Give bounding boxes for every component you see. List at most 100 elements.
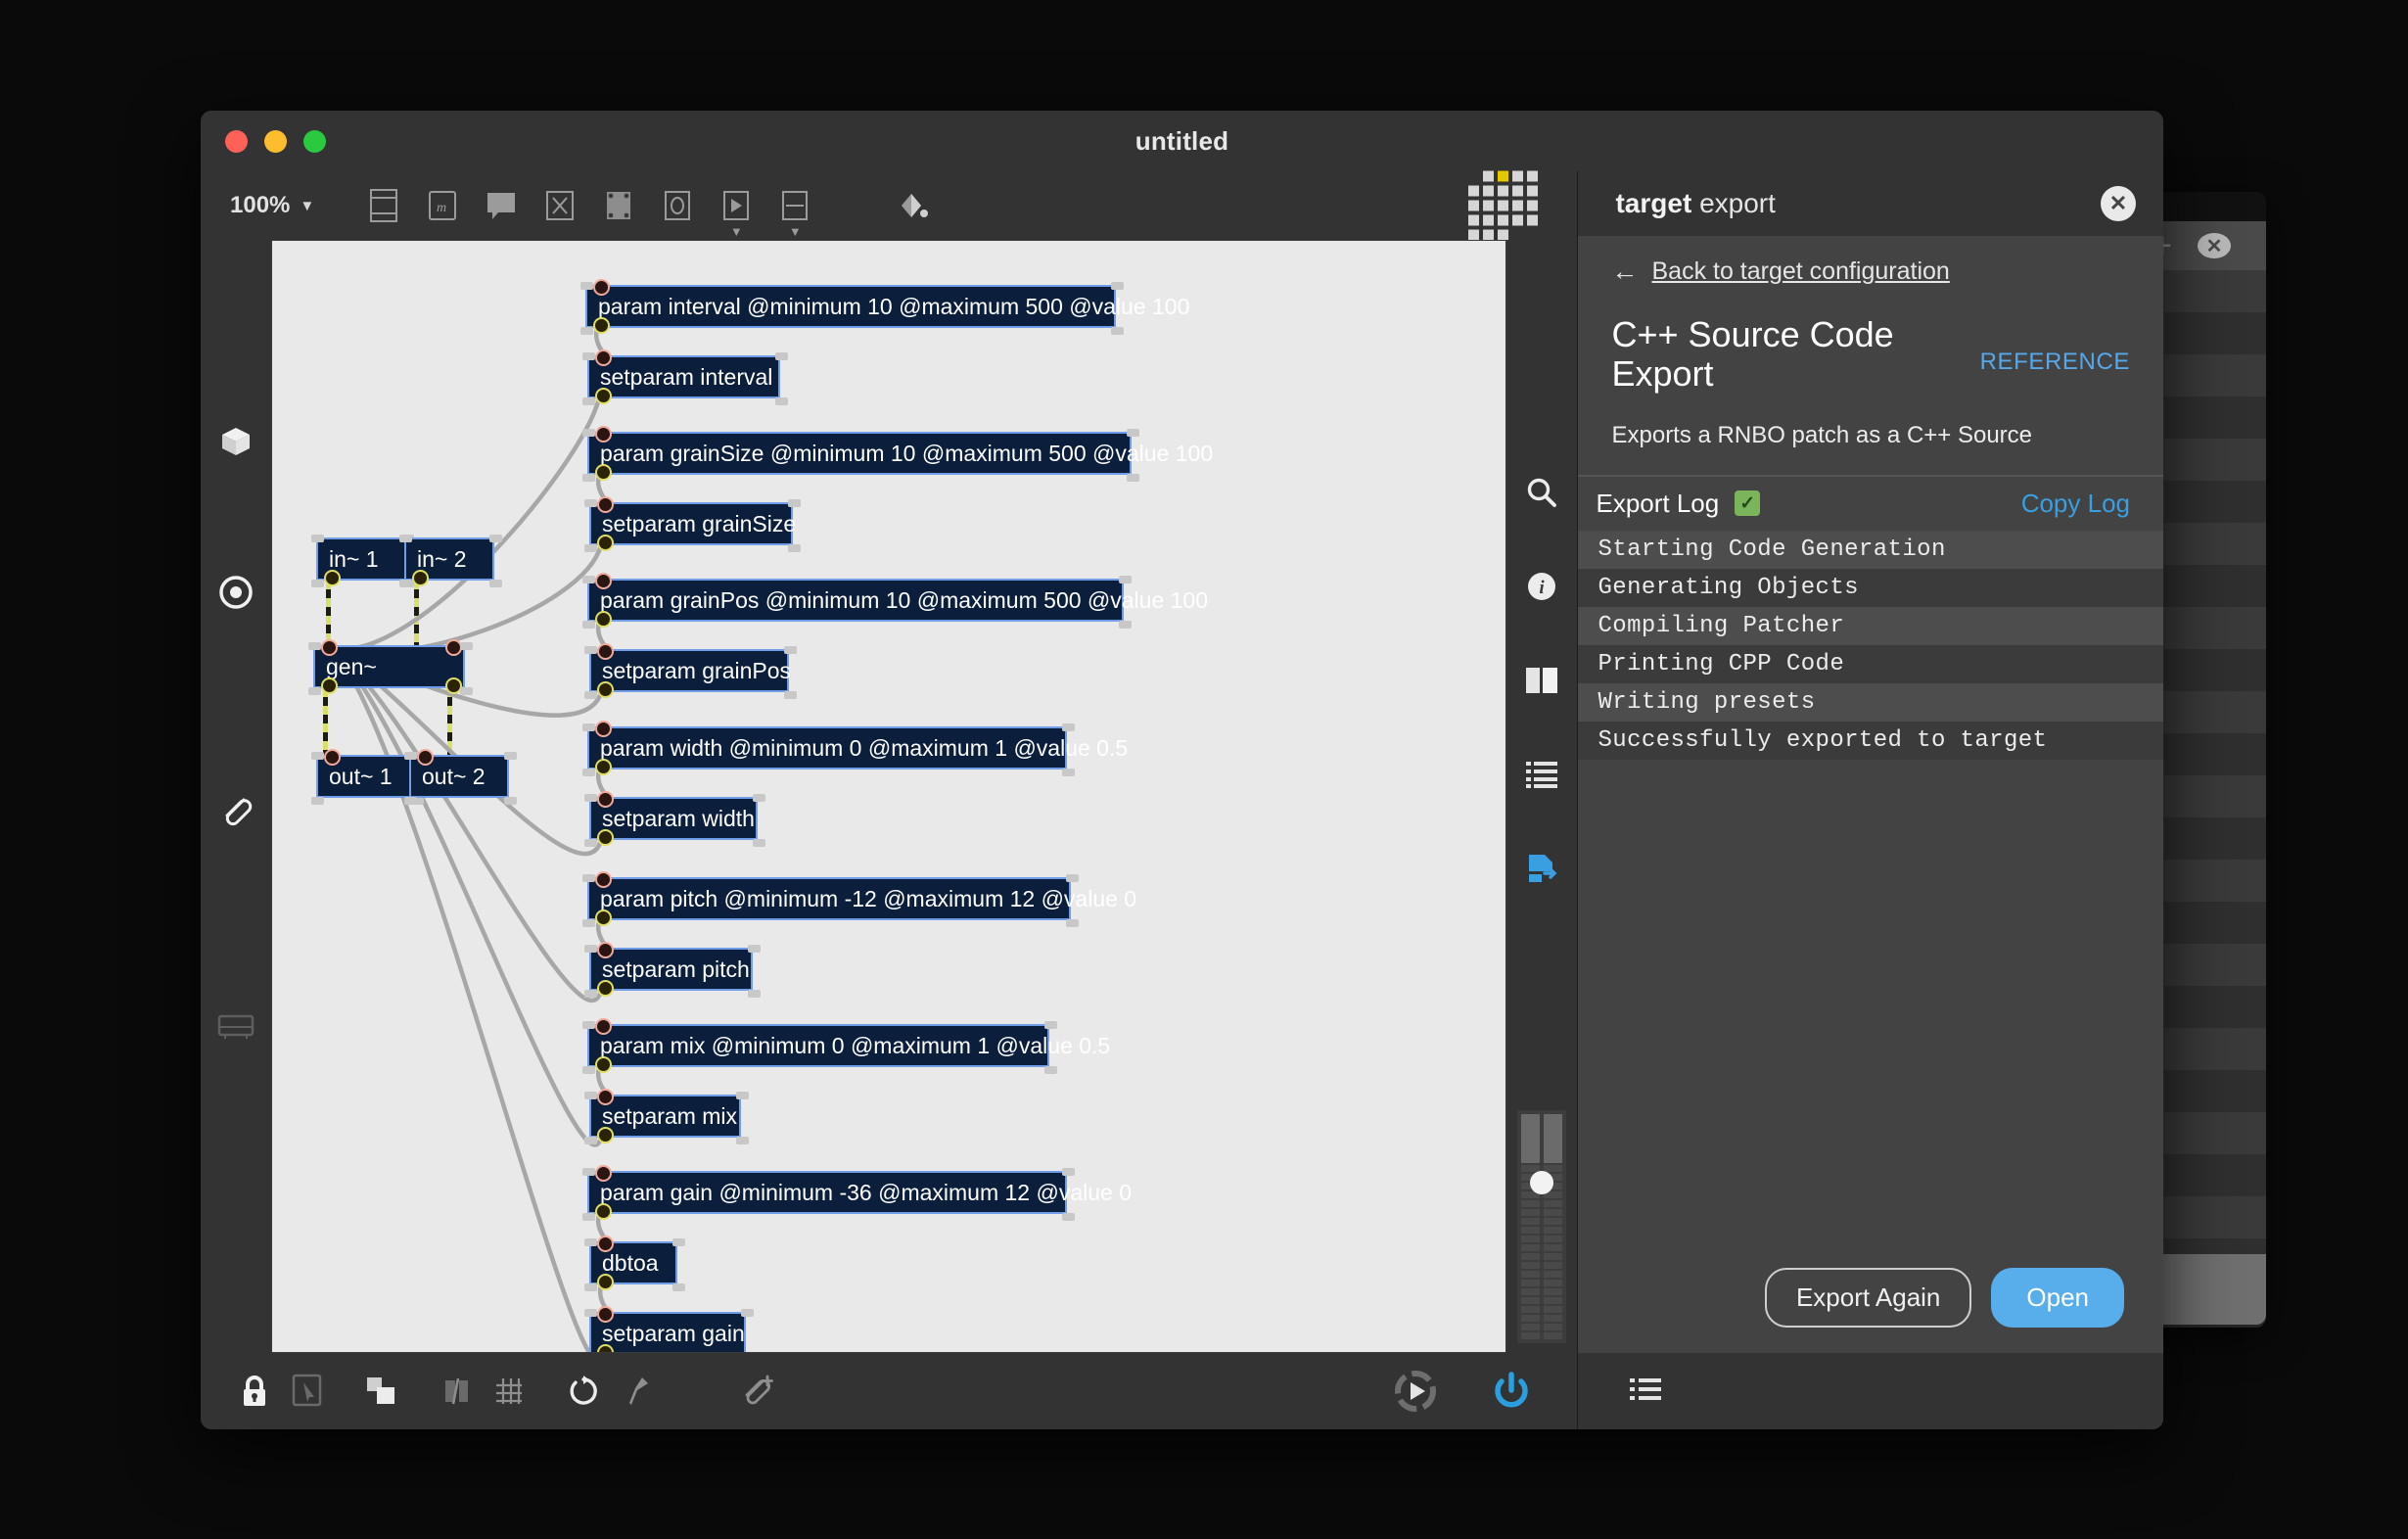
list-icon[interactable] [1619, 1365, 1672, 1418]
patcher-object[interactable]: param width @minimum 0 @maximum 1 @value… [587, 726, 1067, 770]
patcher-object[interactable]: param grainSize @minimum 10 @maximum 500… [587, 432, 1132, 475]
patcher-object[interactable]: setparam gain [589, 1312, 746, 1353]
selection-handle[interactable] [308, 687, 321, 695]
object-inlet[interactable] [597, 643, 614, 660]
selection-handle[interactable] [753, 839, 765, 847]
paint-bucket-icon[interactable] [894, 185, 931, 226]
selection-handle[interactable] [580, 327, 593, 335]
object-inlet[interactable] [595, 426, 612, 443]
selection-handle[interactable] [582, 397, 595, 405]
selection-handle[interactable] [584, 990, 597, 998]
object-outlet[interactable] [597, 535, 614, 551]
selection-handle[interactable] [311, 580, 324, 587]
selection-handle[interactable] [311, 797, 324, 805]
selection-handle[interactable] [784, 691, 797, 699]
patcher-object[interactable]: setparam mix [589, 1095, 741, 1138]
patcher-object[interactable]: setparam width [589, 797, 758, 840]
close-icon[interactable]: ✕ [2101, 186, 2136, 221]
play-icon[interactable] [1389, 1365, 1442, 1418]
audio-power-icon[interactable] [1485, 1365, 1538, 1418]
patcher-object[interactable]: setparam grainPos [589, 649, 789, 692]
selection-handle[interactable] [584, 945, 597, 953]
selection-handle[interactable] [582, 352, 595, 360]
object-inlet[interactable] [595, 1018, 612, 1035]
selection-handle[interactable] [1062, 723, 1075, 731]
selection-handle[interactable] [580, 282, 593, 290]
object-inlet[interactable] [595, 871, 612, 888]
add-attachment-icon[interactable] [731, 1365, 784, 1418]
keyboard-icon[interactable] [201, 992, 271, 1062]
selection-handle[interactable] [1062, 1213, 1075, 1221]
patch-cord[interactable] [325, 398, 599, 649]
back-to-target-configuration-link[interactable]: ← Back to target configuration [1611, 257, 2130, 286]
slider-object-icon[interactable]: ▼ [776, 185, 813, 226]
object-inlet[interactable] [597, 1089, 614, 1105]
patcher-object[interactable]: dbtoa [589, 1241, 677, 1284]
object-outlet[interactable] [597, 1274, 614, 1290]
selection-handle[interactable] [460, 642, 473, 650]
selection-handle[interactable] [584, 691, 597, 699]
object-outlet[interactable] [597, 681, 614, 698]
target-icon[interactable] [201, 557, 271, 628]
object-outlet[interactable] [595, 1056, 612, 1073]
button-object-icon[interactable]: ▼ [718, 185, 755, 226]
selection-handle[interactable] [1062, 769, 1075, 776]
selection-handle[interactable] [736, 1137, 749, 1144]
selection-handle[interactable] [582, 474, 595, 482]
list-icon[interactable] [1506, 727, 1577, 821]
selection-handle[interactable] [775, 397, 788, 405]
selection-handle[interactable] [582, 723, 595, 731]
zoom-control[interactable]: 100% ▼ [230, 192, 314, 219]
selection-handle[interactable] [584, 499, 597, 507]
selection-handle[interactable] [788, 544, 801, 552]
patcher-object[interactable]: setparam grainSize [589, 502, 793, 545]
lock-icon[interactable] [228, 1365, 281, 1418]
patcher-inspector-icon[interactable] [365, 185, 402, 226]
object-inlet[interactable] [597, 1236, 614, 1252]
patcher-object[interactable]: param grainPos @minimum 10 @maximum 500 … [587, 579, 1124, 622]
chevron-down-icon[interactable]: ▼ [730, 224, 743, 239]
selection-handle[interactable] [1119, 576, 1132, 583]
selection-handle[interactable] [584, 646, 597, 654]
object-outlet[interactable] [412, 570, 429, 586]
selection-handle[interactable] [404, 752, 417, 760]
selection-handle[interactable] [582, 429, 595, 437]
selection-handle[interactable] [582, 919, 595, 927]
object-outlet[interactable] [593, 317, 610, 334]
meter-handle[interactable] [1530, 1171, 1553, 1194]
object-outlet[interactable] [595, 759, 612, 775]
selection-handle[interactable] [1062, 1168, 1075, 1176]
object-inlet[interactable] [597, 1306, 614, 1323]
selection-handle[interactable] [504, 752, 517, 760]
selection-handle[interactable] [748, 945, 761, 953]
selection-handle[interactable] [582, 1168, 595, 1176]
signal-connection[interactable] [414, 581, 419, 645]
level-meter[interactable] [1517, 1110, 1566, 1343]
refresh-icon[interactable] [557, 1365, 610, 1418]
selection-handle[interactable] [489, 535, 502, 542]
selection-handle[interactable] [311, 752, 324, 760]
selection-handle[interactable] [399, 535, 412, 542]
selection-handle[interactable] [582, 874, 595, 882]
selection-handle[interactable] [584, 544, 597, 552]
object-inlet[interactable] [595, 721, 612, 737]
arrange-icon[interactable] [355, 1365, 408, 1418]
split-panel-icon[interactable] [1506, 633, 1577, 727]
selection-handle[interactable] [736, 1092, 749, 1099]
object-outlet[interactable] [595, 1203, 612, 1220]
selection-handle[interactable] [788, 499, 801, 507]
selection-handle[interactable] [584, 1283, 597, 1291]
object-inlet[interactable] [597, 942, 614, 958]
selection-handle[interactable] [775, 352, 788, 360]
signal-connection[interactable] [447, 688, 452, 755]
selection-handle[interactable] [584, 1309, 597, 1317]
info-icon[interactable]: i [1506, 539, 1577, 633]
selection-handle[interactable] [582, 1021, 595, 1029]
patcher-object[interactable]: param gain @minimum -36 @maximum 12 @val… [587, 1171, 1067, 1214]
selection-handle[interactable] [582, 1066, 595, 1074]
patcher-object[interactable]: param interval @minimum 10 @maximum 500 … [585, 285, 1116, 328]
object-inlet[interactable] [324, 749, 341, 766]
patcher-object[interactable]: param mix @minimum 0 @maximum 1 @value 0… [587, 1024, 1049, 1067]
selection-handle[interactable] [460, 687, 473, 695]
selection-handle[interactable] [311, 535, 324, 542]
